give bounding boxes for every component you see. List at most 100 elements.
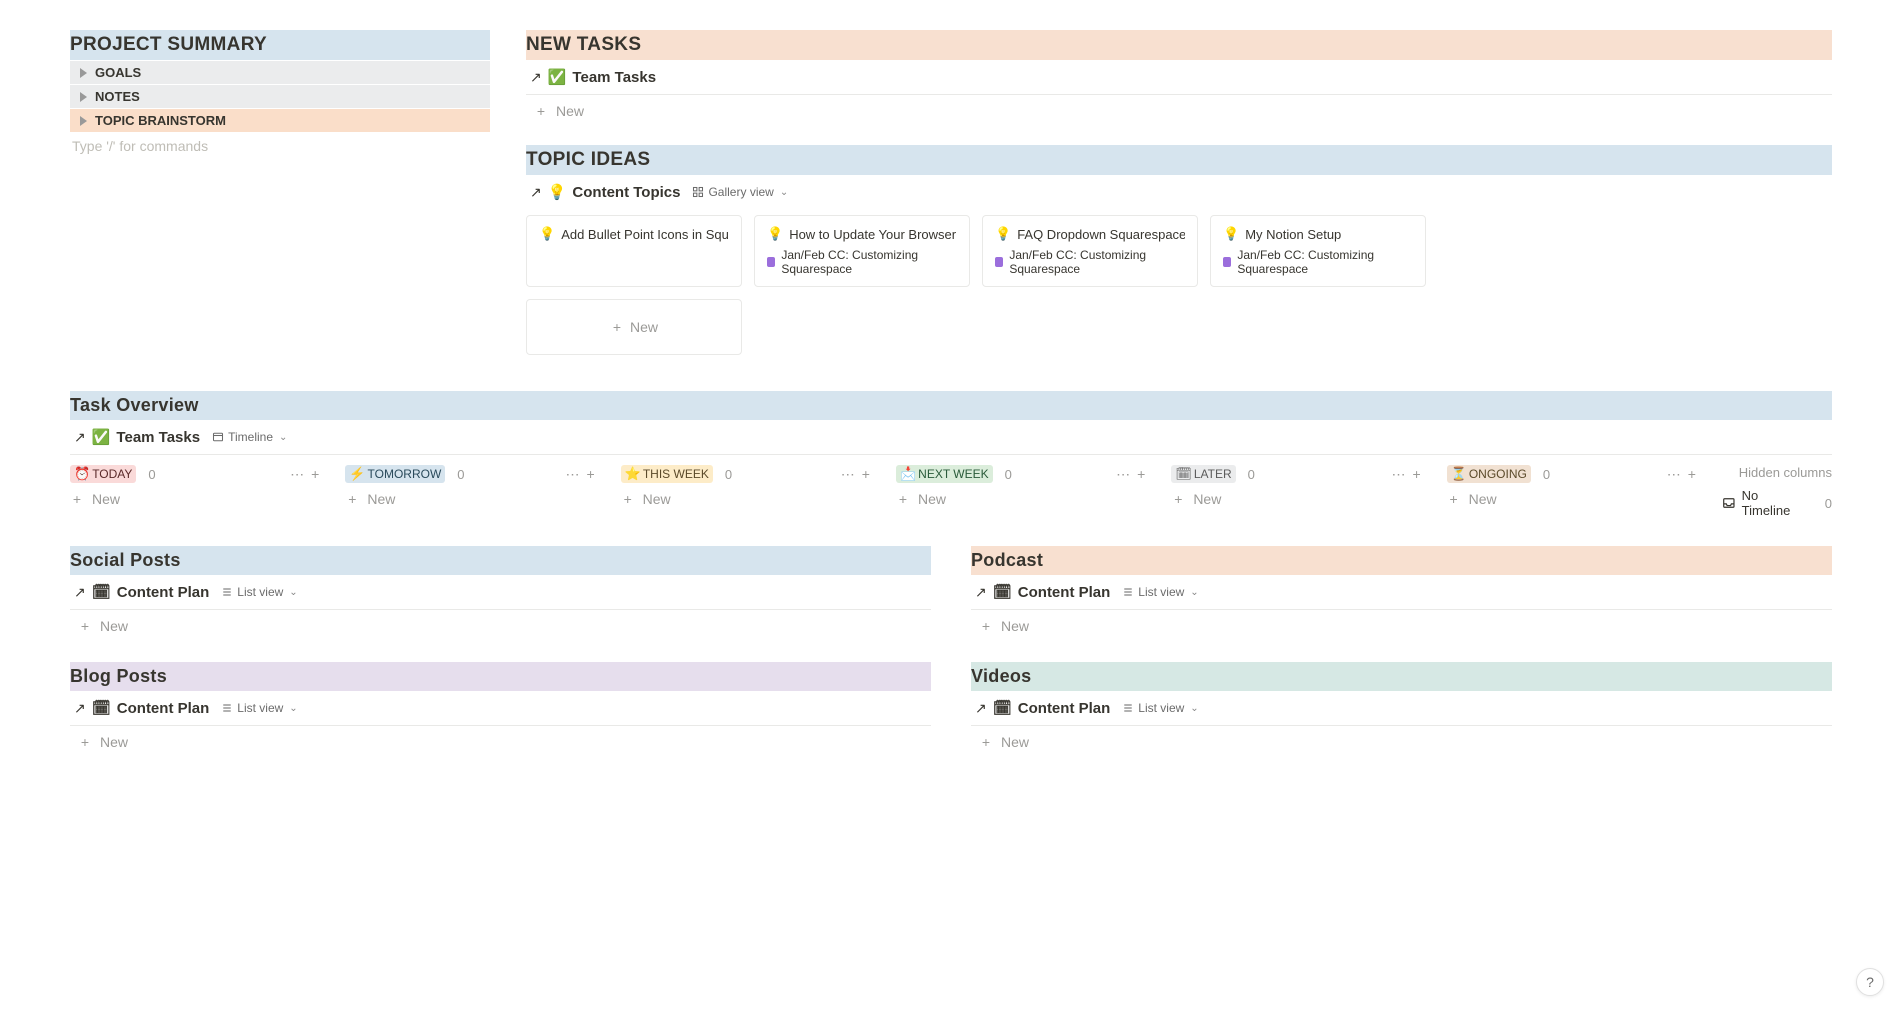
card-sub: Jan/Feb CC: Customizing Squarespace [1237, 248, 1413, 276]
linked-db-label: Content Plan [1018, 584, 1111, 601]
gallery-view-picker[interactable]: Gallery view ⌄ [692, 185, 788, 199]
linked-db-label: Content Plan [117, 700, 210, 717]
new-tasks-title: NEW TASKS [526, 30, 1832, 60]
cube-icon [995, 257, 1003, 267]
plus-icon: + [534, 104, 548, 118]
board-col-this-week: ⭐THIS WEEK 0 ⋯ + +New [621, 465, 870, 518]
chevron-down-icon: ⌄ [1190, 703, 1198, 714]
toggle-topic-brainstorm[interactable]: TOPIC BRAINSTORM [70, 109, 490, 132]
project-summary-section: PROJECT SUMMARY GOALS NOTES TOPIC BRAINS… [70, 30, 490, 154]
timeline-view-picker[interactable]: Timeline ⌄ [212, 430, 287, 444]
add-button[interactable]: + [1688, 466, 1696, 483]
toggle-goals[interactable]: GOALS [70, 61, 490, 84]
count: 0 [725, 467, 732, 482]
more-button[interactable]: ⋯ [841, 466, 856, 483]
add-button[interactable]: + [862, 466, 870, 483]
new-card-button[interactable]: +New [1447, 483, 1696, 507]
list-icon [221, 702, 233, 714]
help-button[interactable]: ? [1856, 968, 1884, 996]
tag-tomorrow[interactable]: ⚡TOMORROW [345, 465, 445, 483]
add-button[interactable]: + [311, 466, 319, 483]
plus-icon: + [1171, 492, 1185, 506]
card-title: How to Update Your Browser Icon… [789, 227, 957, 242]
calendar-emoji-icon: 🗓 [92, 699, 111, 717]
new-blog-button[interactable]: +New [70, 726, 931, 750]
link-arrow-icon: ↗ [975, 700, 987, 717]
list-view-picker[interactable]: List view ⌄ [221, 701, 297, 715]
more-button[interactable]: ⋯ [565, 466, 580, 483]
plus-icon: + [896, 492, 910, 506]
new-card-button[interactable]: +New [1171, 483, 1420, 507]
chevron-right-icon [80, 68, 87, 78]
hidden-columns-button[interactable]: Hidden columns [1722, 465, 1832, 480]
bulb-icon: 💡 [995, 226, 1011, 242]
new-card-button[interactable]: +New [70, 483, 319, 507]
command-placeholder[interactable]: Type '/' for commands [70, 132, 490, 154]
new-social-button[interactable]: +New [70, 610, 931, 634]
add-button[interactable]: + [1137, 466, 1145, 483]
new-video-button[interactable]: +New [971, 726, 1832, 750]
content-topics-link[interactable]: ↗ 💡 Content Topics Gallery view ⌄ [526, 175, 1832, 209]
tag-today[interactable]: ⏰TODAY [70, 465, 136, 483]
tag-later[interactable]: 🗓LATER [1171, 465, 1235, 483]
add-button[interactable]: + [1412, 466, 1420, 483]
new-label: New [1469, 491, 1497, 507]
content-plan-link-podcast[interactable]: ↗ 🗓 Content Plan List view ⌄ [971, 575, 1832, 609]
new-label: New [643, 491, 671, 507]
new-card-button[interactable]: +New [896, 483, 1145, 507]
new-task-button[interactable]: + New [526, 95, 1832, 119]
new-tasks-section: NEW TASKS ↗ ✅ Team Tasks + New [526, 30, 1832, 119]
chevron-down-icon: ⌄ [289, 587, 297, 598]
bulb-icon: 💡 [1223, 226, 1239, 242]
more-button[interactable]: ⋯ [1391, 466, 1406, 483]
topic-ideas-section: TOPIC IDEAS ↗ 💡 Content Topics Gallery v… [526, 145, 1832, 355]
count: 0 [1825, 496, 1832, 511]
card-title: Add Bullet Point Icons in Squares… [561, 227, 729, 242]
board-col-next-week: 📩NEXT WEEK 0 ⋯+ +New [896, 465, 1145, 518]
linked-db-label: Content Topics [572, 184, 680, 201]
new-card-button[interactable]: +New [621, 483, 870, 507]
more-button[interactable]: ⋯ [1667, 466, 1682, 483]
content-plan-link-social[interactable]: ↗ 🗓 Content Plan List view ⌄ [70, 575, 931, 609]
new-label: New [1001, 734, 1029, 750]
no-timeline-group[interactable]: No Timeline 0 [1722, 488, 1832, 518]
list-view-picker[interactable]: List view ⌄ [221, 585, 297, 599]
list-view-picker[interactable]: List view ⌄ [1122, 701, 1198, 715]
plus-icon: + [610, 320, 624, 334]
more-button[interactable]: ⋯ [1116, 466, 1131, 483]
calendar-emoji-icon: 🗓 [993, 699, 1012, 717]
plus-icon: + [78, 619, 92, 633]
grid-icon [692, 186, 704, 198]
view-label: List view [237, 585, 283, 599]
topic-card[interactable]: 💡FAQ Dropdown Squarespace Jan/Feb CC: Cu… [982, 215, 1198, 287]
topic-card[interactable]: 💡How to Update Your Browser Icon… Jan/Fe… [754, 215, 970, 287]
add-button[interactable]: + [586, 466, 594, 483]
chevron-down-icon: ⌄ [279, 432, 287, 443]
topic-card[interactable]: 💡My Notion Setup Jan/Feb CC: Customizing… [1210, 215, 1426, 287]
new-podcast-button[interactable]: +New [971, 610, 1832, 634]
content-plan-link-videos[interactable]: ↗ 🗓 Content Plan List view ⌄ [971, 691, 1832, 725]
plus-icon: + [345, 492, 359, 506]
new-card-button[interactable]: +New [345, 483, 594, 507]
calendar-emoji-icon: 🗓 [993, 583, 1012, 601]
card-sub: Jan/Feb CC: Customizing Squarespace [781, 248, 957, 276]
list-view-picker[interactable]: List view ⌄ [1122, 585, 1198, 599]
tag-this-week[interactable]: ⭐THIS WEEK [621, 465, 713, 483]
toggle-label: GOALS [95, 65, 141, 80]
new-label: New [556, 103, 584, 119]
content-plan-link-blog[interactable]: ↗ 🗓 Content Plan List view ⌄ [70, 691, 931, 725]
board-col-today: ⏰TODAY 0 ⋯+ +New [70, 465, 319, 518]
new-topic-card-button[interactable]: + New [526, 299, 742, 355]
tag-next-week[interactable]: 📩NEXT WEEK [896, 465, 993, 483]
more-button[interactable]: ⋯ [290, 466, 305, 483]
tag-ongoing[interactable]: ⏳ONGOING [1447, 465, 1531, 483]
team-tasks-link[interactable]: ↗ ✅ Team Tasks [526, 60, 1832, 94]
team-tasks-link-2[interactable]: ↗ ✅ Team Tasks Timeline ⌄ [70, 420, 1832, 454]
videos-section: Videos ↗ 🗓 Content Plan List view ⌄ +New [971, 662, 1832, 750]
videos-title: Videos [971, 662, 1832, 691]
toggle-notes[interactable]: NOTES [70, 85, 490, 108]
linked-db-label: Content Plan [117, 584, 210, 601]
list-icon [1122, 586, 1134, 598]
topic-card[interactable]: 💡Add Bullet Point Icons in Squares… [526, 215, 742, 287]
calendar-emoji-icon: 🗓 [92, 583, 111, 601]
